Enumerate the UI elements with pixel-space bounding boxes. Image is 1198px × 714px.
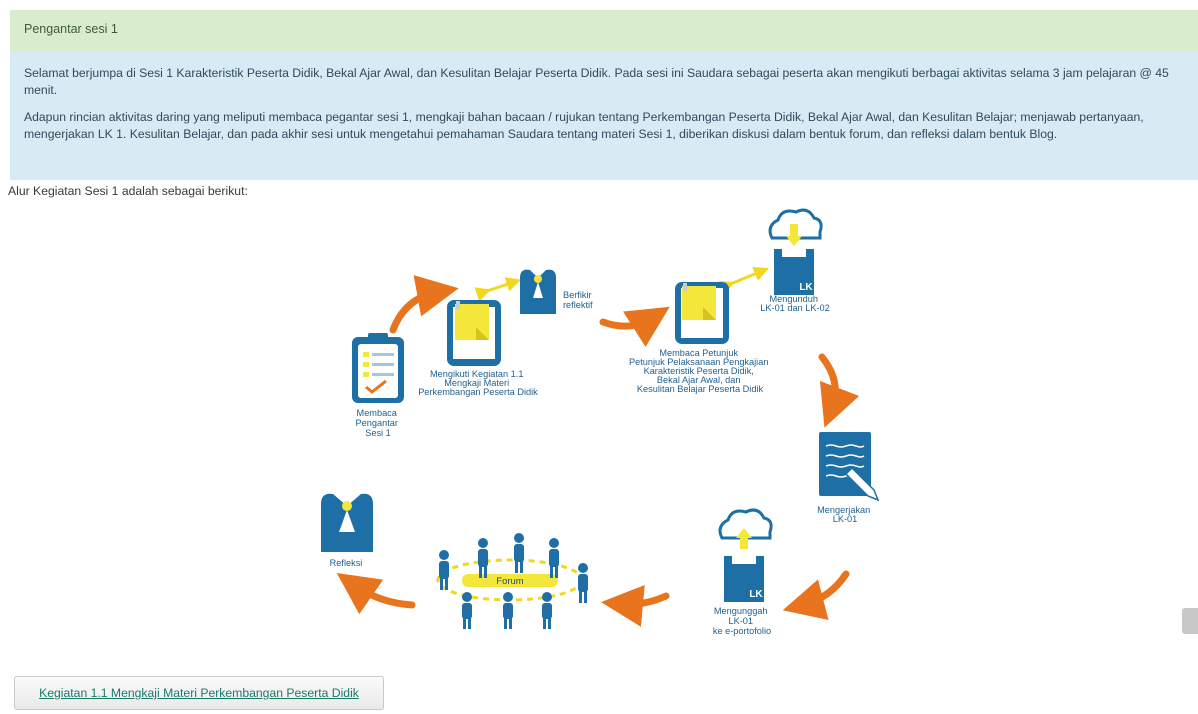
activity-link-text[interactable]: Kegiatan 1.1 Mengkaji Materi Perkembanga… [39,686,359,700]
arrow-6 [336,573,416,615]
flow-arrows [336,275,860,627]
label-membaca-pengantar: Membaca Pengantar Sesi 1 [356,408,401,438]
connector-1 [474,277,522,302]
activity-flow-diagram: Membaca Pengantar Sesi 1 Mengikuti Kegia… [321,208,880,636]
label-membaca-petunjuk: Membaca Petunjuk Petunjuk Pelaksanaan Pe… [629,348,771,394]
clipboard-icon [352,333,404,403]
document-pencil-icon [819,432,880,502]
activity-link-button[interactable]: Kegiatan 1.1 Mengkaji Materi Perkembanga… [14,676,384,710]
lk-file-icon-download: LK [774,249,814,295]
lk-file-icon-upload: LK [724,556,764,602]
scroll-to-top-button[interactable] [1182,608,1198,634]
cloud-upload-icon [718,508,773,549]
arrow-1 [389,275,459,334]
connector-2 [718,266,769,295]
label-forum: Forum [496,576,524,587]
arrow-5 [601,584,670,627]
lk-badge-upload: LK [749,589,763,600]
instruction-note-icon [675,282,729,344]
label-mengikuti-kegiatan: Mengikuti Kegiatan 1.1 Mengkaji Materi P… [418,369,538,397]
arrow-2 [599,306,670,347]
label-refleksi: Refleksi [330,558,363,568]
arrow-3 [818,353,860,428]
label-mengunduh: Mengunduh LK-01 dan LK-02 [760,294,829,313]
reflection-heads-icon [520,269,556,314]
note-icon [447,300,501,366]
label-mengerjakan: Mengerjakan LK-01 [817,505,873,524]
label-mengunggah: Mengunggah LK-01 ke e-portofolio [713,606,771,636]
label-berfikir: Berfikir reflektif [563,290,594,310]
arrow-4 [782,570,850,621]
cloud-download-icon [768,208,823,246]
lk-badge-download: LK [799,282,813,293]
reflection-icon [321,493,373,552]
